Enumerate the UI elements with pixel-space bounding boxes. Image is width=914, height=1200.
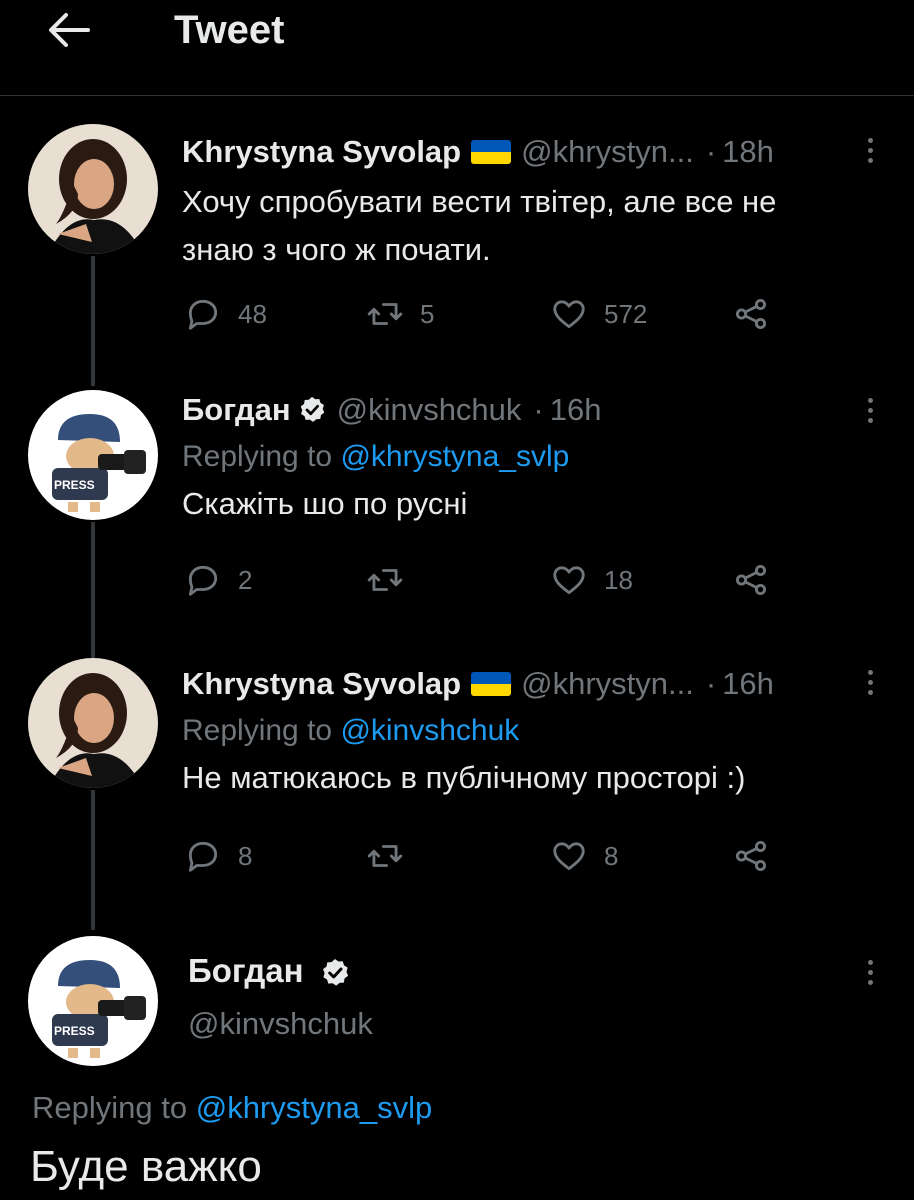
share-button[interactable] (732, 294, 770, 334)
like-button[interactable]: 572 (550, 294, 647, 334)
replying-to: Replying to @khrystyna_svlp (182, 440, 874, 474)
reply-icon (188, 565, 218, 596)
tweet-actions: 48 5 572 (182, 294, 782, 334)
reply-count: 2 (238, 564, 253, 595)
like-count: 8 (604, 840, 619, 871)
heart-icon (553, 566, 585, 595)
tweet-text-line: Хочу спробувати вести твітер, але все не (182, 184, 777, 219)
author-name[interactable]: Khrystyna Syvolap (182, 666, 461, 702)
timestamp[interactable]: 16h (722, 666, 774, 702)
like-count: 572 (604, 298, 648, 329)
arrow-left-icon (49, 13, 90, 47)
retweet-count: 5 (420, 298, 435, 329)
replying-to: Replying to @kinvshchuk (182, 714, 874, 748)
heart-icon (553, 300, 585, 329)
replying-to-label: Replying to (32, 1090, 188, 1125)
tweet-text: Хочу спробувати вести твітер, але все не… (182, 178, 874, 274)
verified-badge-icon (322, 959, 348, 986)
share-button[interactable] (732, 560, 770, 600)
retweet-button[interactable]: 5 (366, 294, 434, 334)
page-title: Tweet (174, 8, 285, 52)
like-button[interactable]: 18 (550, 560, 633, 600)
more-options-button[interactable] (860, 390, 880, 430)
author-name[interactable]: Богдан (188, 952, 351, 990)
retweet-button[interactable] (366, 836, 420, 876)
main-tweet: PRESS Богдан @kinvshchuk Replying to @kh… (0, 936, 914, 1200)
tweet-actions: 8 8 (182, 836, 782, 876)
thread-line (91, 790, 95, 930)
tweet-3[interactable]: Khrystyna Syvolap @khrystyn... · 16h Rep… (0, 656, 914, 936)
retweet-icon (367, 569, 403, 591)
avatar-khrystyna[interactable] (28, 124, 158, 254)
mention-link[interactable]: @khrystyna_svlp (196, 1090, 433, 1125)
separator-dot: · (705, 666, 717, 701)
reply-button[interactable]: 8 (184, 836, 252, 876)
tweet-actions: 2 18 (182, 560, 782, 600)
share-button[interactable] (732, 836, 770, 876)
back-button[interactable] (44, 10, 92, 50)
more-options-button[interactable] (860, 952, 880, 992)
replying-to: Replying to @khrystyna_svlp (32, 1090, 432, 1126)
share-icon (735, 564, 767, 596)
reply-count: 8 (238, 840, 253, 871)
reply-button[interactable]: 2 (184, 560, 252, 600)
timestamp[interactable]: 18h (722, 134, 774, 170)
ukraine-flag-icon (471, 140, 512, 164)
retweet-button[interactable] (366, 560, 420, 600)
avatar-bohdan[interactable]: PRESS (28, 936, 158, 1066)
reply-button[interactable]: 48 (184, 294, 267, 334)
avatar-bohdan[interactable]: PRESS (28, 390, 158, 520)
author-name[interactable]: Богдан (182, 392, 291, 428)
verified-badge-icon (300, 396, 324, 422)
author-name[interactable]: Khrystyna Syvolap (182, 134, 461, 170)
author-handle[interactable]: @kinvshchuk (337, 392, 522, 428)
thread-line (91, 256, 95, 386)
replying-to-label: Replying to (182, 440, 333, 473)
avatar-khrystyna[interactable] (28, 658, 158, 788)
mention-link[interactable]: @kinvshchuk (340, 714, 519, 747)
tweet-text: Не матюкаюсь в публічному просторі :) (182, 760, 746, 795)
separator-dot: · (533, 392, 544, 427)
reply-count: 48 (238, 298, 267, 329)
like-button[interactable]: 8 (550, 836, 618, 876)
share-icon (735, 298, 767, 330)
author-name-text: Богдан (188, 952, 304, 989)
more-options-button[interactable] (860, 130, 880, 170)
heart-icon (553, 842, 585, 871)
tweet-2[interactable]: PRESS Богдан @kinvshchuk · 16h Replying … (0, 376, 914, 666)
retweet-icon (367, 845, 403, 867)
tweet-text: Скажіть шо по русні (182, 486, 468, 521)
more-options-button[interactable] (860, 662, 880, 702)
share-icon (735, 840, 767, 872)
author-handle[interactable]: @khrystyn... (521, 134, 694, 170)
author-handle[interactable]: @kinvshchuk (188, 1006, 373, 1042)
ukraine-flag-icon (471, 672, 512, 696)
thread-line (91, 522, 95, 666)
svg-text:PRESS: PRESS (54, 1024, 95, 1038)
timestamp[interactable]: 16h (550, 392, 602, 428)
tweet-1[interactable]: Khrystyna Syvolap @khrystyn... · 18h Хоч… (0, 96, 914, 386)
like-count: 18 (604, 564, 633, 595)
top-bar: Tweet (0, 0, 914, 96)
mention-link[interactable]: @khrystyna_svlp (340, 440, 569, 473)
reply-icon (188, 841, 218, 872)
reply-icon (188, 299, 218, 330)
retweet-icon (367, 303, 403, 325)
tweet-text-line: знаю з чого ж почати. (182, 232, 491, 267)
tweet-text: Буде важко (30, 1142, 262, 1191)
svg-text:PRESS: PRESS (54, 478, 95, 492)
separator-dot: · (705, 134, 717, 169)
replying-to-label: Replying to (182, 714, 333, 747)
author-handle[interactable]: @khrystyn... (521, 666, 694, 702)
